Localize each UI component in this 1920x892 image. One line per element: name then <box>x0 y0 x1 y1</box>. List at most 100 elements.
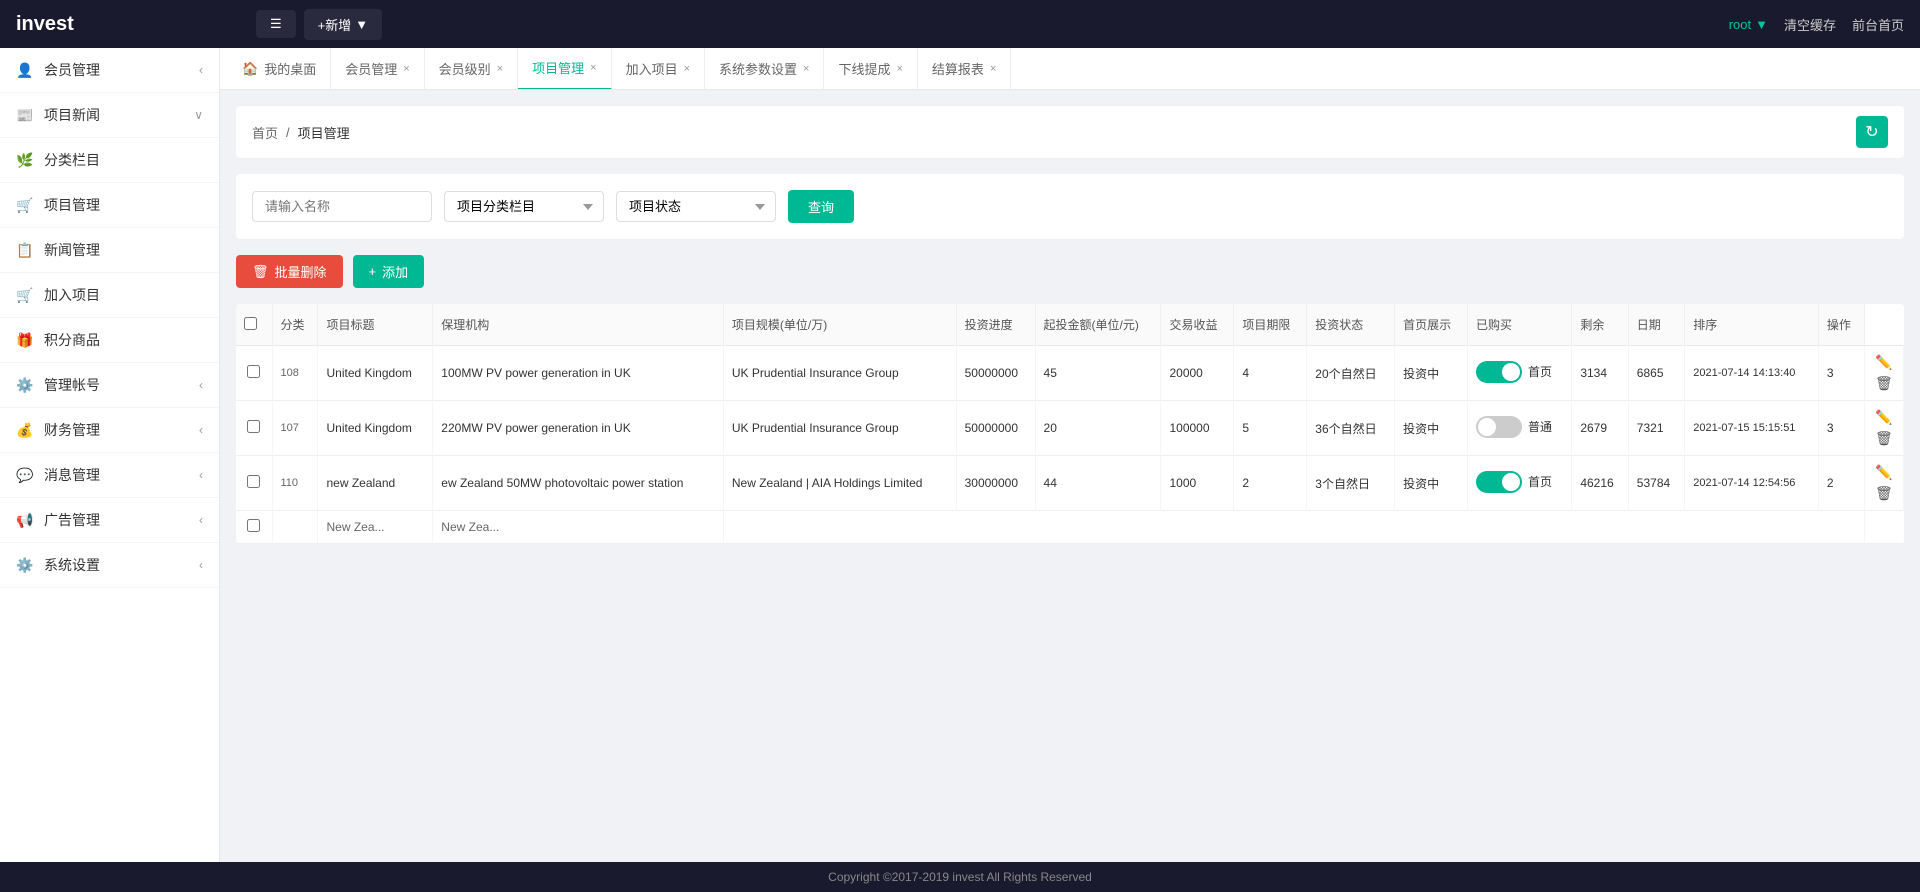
tab-close-downline-earn[interactable]: × <box>896 63 902 75</box>
footer: Copyright ©2017-2019 invest All Rights R… <box>0 862 1920 892</box>
tab-close-system-params[interactable]: × <box>803 63 809 75</box>
sidebar-icon-admin-account: ⚙️ <box>16 376 34 394</box>
sidebar-label-project-mgmt: 项目管理 <box>44 195 203 215</box>
breadcrumb-separator: / <box>286 125 290 140</box>
sidebar-item-ad-mgmt[interactable]: 📢 广告管理 ‹ <box>0 498 219 543</box>
name-filter-input[interactable] <box>252 191 432 222</box>
user-label: root <box>1729 17 1751 32</box>
toggle-switch-1[interactable] <box>1476 416 1522 438</box>
sidebar-item-project-mgmt[interactable]: 🛒 项目管理 <box>0 183 219 228</box>
delete-row-button-0[interactable]: 🗑 <box>1875 375 1893 392</box>
homepage-toggle-2[interactable]: 首页 <box>1476 471 1552 493</box>
table-header-col-2: 项目标题 <box>318 304 433 346</box>
tab-project-mgmt[interactable]: 项目管理× <box>518 48 611 90</box>
row-checkbox-partial[interactable] <box>247 519 260 532</box>
table-row: 107 United Kingdom 220MW PV power genera… <box>236 401 1904 456</box>
tab-my-desk[interactable]: 🏠我的桌面 <box>228 48 331 90</box>
tab-label-join-project: 加入项目 <box>626 59 678 78</box>
sidebar-label-join-project: 加入项目 <box>44 285 203 305</box>
row-sort-1: 3 <box>1818 401 1864 456</box>
row-progress-2: 44 <box>1035 456 1161 511</box>
frontend-home-button[interactable]: 前台首页 <box>1852 15 1904 34</box>
sidebar-item-message-mgmt[interactable]: 💬 消息管理 ‹ <box>0 453 219 498</box>
sidebar-item-project-news[interactable]: 📰 项目新闻 ∨ <box>0 93 219 138</box>
delete-row-button-2[interactable]: 🗑 <box>1875 485 1893 502</box>
user-arrow-icon: ▼ <box>1755 17 1768 32</box>
row-status-0: 投资中 <box>1395 346 1468 401</box>
add-arrow-icon: ▼ <box>355 17 368 32</box>
row-purchased-1: 2679 <box>1572 401 1628 456</box>
row-purchased-0: 3134 <box>1572 346 1628 401</box>
row-id-2: 110 <box>272 456 318 511</box>
edit-button-0[interactable]: ✏️ <box>1875 354 1892 371</box>
add-button[interactable]: + 添加 <box>353 255 425 288</box>
sidebar-item-news-mgmt[interactable]: 📋 新闻管理 <box>0 228 219 273</box>
sidebar-item-category-bar[interactable]: 🌿 分类栏目 <box>0 138 219 183</box>
user-dropdown[interactable]: root ▼ <box>1729 17 1768 32</box>
tab-label-system-params: 系统参数设置 <box>719 59 797 78</box>
tab-close-project-mgmt[interactable]: × <box>590 62 596 74</box>
row-date-0: 2021-07-14 14:13:40 <box>1685 346 1819 401</box>
tab-close-join-project[interactable]: × <box>684 63 690 75</box>
row-checkbox-1[interactable] <box>247 420 260 433</box>
edit-button-2[interactable]: ✏️ <box>1875 464 1892 481</box>
tab-join-project[interactable]: 加入项目 × <box>612 48 705 90</box>
topbar-right: root ▼ 清空缓存 前台首页 <box>1729 15 1904 34</box>
sidebar-item-member-mgmt[interactable]: 👤 会员管理 ‹ <box>0 48 219 93</box>
topbar: invest ☰ +新增 ▼ root ▼ 清空缓存 前台首页 <box>0 0 1920 48</box>
tab-close-settlement-report[interactable]: × <box>990 63 996 75</box>
row-period-2: 3个自然日 <box>1307 456 1395 511</box>
app-logo: invest <box>16 13 236 36</box>
hamburger-button[interactable]: ☰ <box>256 10 296 38</box>
batch-delete-button[interactable]: 🗑 批量删除 <box>236 255 343 288</box>
edit-button-1[interactable]: ✏️ <box>1875 409 1892 426</box>
tab-system-params[interactable]: 系统参数设置 × <box>705 48 824 90</box>
toggle-switch-2[interactable] <box>1476 471 1522 493</box>
sidebar-icon-project-news: 📰 <box>16 106 34 124</box>
batch-delete-icon: 🗑 <box>252 264 269 280</box>
status-filter-select[interactable]: 项目状态 <box>616 191 776 222</box>
breadcrumb-home[interactable]: 首页 <box>252 123 278 142</box>
row-homepage-1: 普通 <box>1468 401 1572 456</box>
toggle-label-0: 首页 <box>1528 363 1552 380</box>
refresh-button[interactable]: ↻ <box>1856 116 1888 148</box>
tab-close-member-mgmt[interactable]: × <box>403 63 409 75</box>
tab-downline-earn[interactable]: 下线提成× <box>824 48 917 90</box>
sidebar-item-finance-mgmt[interactable]: 💰 财务管理 ‹ <box>0 408 219 453</box>
row-checkbox-0[interactable] <box>247 365 260 378</box>
homepage-toggle-0[interactable]: 首页 <box>1476 361 1552 383</box>
clear-cache-button[interactable]: 清空缓存 <box>1784 15 1836 34</box>
table-header-col-12: 剩余 <box>1572 304 1628 346</box>
table-header: 分类项目标题保理机构项目规模(单位/万)投资进度起投金额(单位/元)交易收益项目… <box>236 304 1904 346</box>
sidebar-item-admin-account[interactable]: ⚙️ 管理帐号 ‹ <box>0 363 219 408</box>
select-all-checkbox[interactable] <box>244 317 257 330</box>
sidebar-item-system-settings[interactable]: ⚙️ 系统设置 ‹ <box>0 543 219 588</box>
toggle-switch-0[interactable] <box>1476 361 1522 383</box>
tab-settlement-report[interactable]: 结算报表× <box>918 48 1011 90</box>
sidebar-label-points-mall: 积分商品 <box>44 330 203 350</box>
row-yield-0: 4 <box>1234 346 1307 401</box>
sidebar-arrow-project-news: ∨ <box>194 108 203 122</box>
sidebar-label-message-mgmt: 消息管理 <box>44 465 189 485</box>
tab-close-member-level[interactable]: × <box>497 63 503 75</box>
category-filter-select[interactable]: 项目分类栏目 <box>444 191 604 222</box>
delete-row-button-1[interactable]: 🗑 <box>1875 430 1893 447</box>
query-button[interactable]: 查询 <box>788 190 854 223</box>
table-header-col-14: 排序 <box>1685 304 1819 346</box>
row-category-0: United Kingdom <box>318 346 433 401</box>
sidebar-icon-member-mgmt: 👤 <box>16 61 34 79</box>
tab-member-mgmt[interactable]: 会员管理× <box>331 48 424 90</box>
table-body: 108 United Kingdom 100MW PV power genera… <box>236 346 1904 544</box>
row-checkbox-2[interactable] <box>247 475 260 488</box>
sidebar-icon-join-project: 🛒 <box>16 286 34 304</box>
sidebar-item-join-project[interactable]: 🛒 加入项目 <box>0 273 219 318</box>
hamburger-icon: ☰ <box>270 16 282 32</box>
row-institution-2: New Zealand | AIA Holdings Limited <box>723 456 956 511</box>
add-new-button[interactable]: +新增 ▼ <box>304 9 382 40</box>
toggle-label-1: 普通 <box>1528 418 1552 435</box>
sidebar-item-points-mall[interactable]: 🎁 积分商品 <box>0 318 219 363</box>
tab-member-level[interactable]: 会员级别× <box>425 48 518 90</box>
homepage-toggle-1[interactable]: 普通 <box>1476 416 1552 438</box>
page-content: 首页 / 项目管理 ↻ 项目分类栏目 项目状态 查询 🗑 <box>220 90 1920 862</box>
add-new-label: +新增 <box>318 15 352 34</box>
